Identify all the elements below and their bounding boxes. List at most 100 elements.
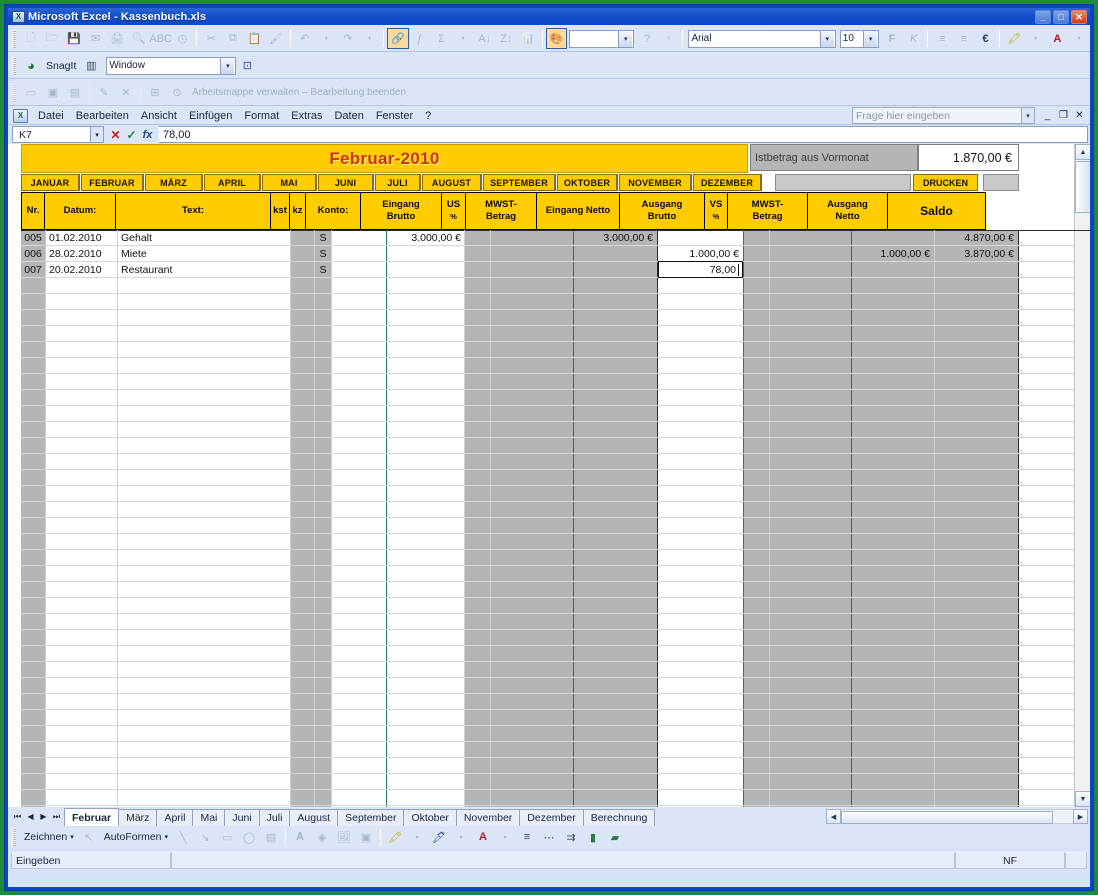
font-color-dropdown-icon[interactable]: ▾ <box>1068 28 1090 49</box>
fill-color-dropdown-icon[interactable]: ▾ <box>1025 28 1047 49</box>
open-icon[interactable]: 🗁 <box>42 28 64 49</box>
align-center-icon[interactable]: ≡ <box>953 28 975 49</box>
cell-eingang-netto[interactable]: 3.000,00 € <box>574 230 656 245</box>
undo-dropdown-icon[interactable]: ▾ <box>315 28 337 49</box>
doc-minimize-button[interactable]: _ <box>1040 109 1055 123</box>
vertical-scroll-thumb[interactable] <box>1075 161 1090 213</box>
line-color-icon[interactable]: 🖊 <box>428 827 450 848</box>
print-preview-icon[interactable]: 🔍 <box>128 28 150 49</box>
chevron-down-icon[interactable]: ▾ <box>863 30 878 47</box>
horizontal-scrollbar[interactable]: ◀ ▶ <box>826 809 1088 824</box>
oval-icon[interactable]: ◯ <box>238 827 260 848</box>
snagit-profile-combo[interactable]: Window ▾ <box>106 56 237 75</box>
3d-style-icon[interactable]: ▰ <box>604 827 626 848</box>
dash-style-icon[interactable]: ⋯ <box>538 827 560 848</box>
paste-icon[interactable]: 📋 <box>244 28 266 49</box>
fill-color-dropdown-icon[interactable]: ▾ <box>406 827 428 848</box>
doc-close-button[interactable]: ✕ <box>1072 109 1087 123</box>
bold-icon[interactable]: F <box>881 28 903 49</box>
sort-asc-icon[interactable]: A↓ <box>474 28 496 49</box>
wordart-icon[interactable]: 𝐀 <box>289 827 311 848</box>
sheet-tab-oktober[interactable]: Oktober <box>403 809 457 826</box>
cell-ausgang-netto[interactable]: 1.000,00 € <box>852 246 933 261</box>
sheet-tab-september[interactable]: September <box>337 809 405 826</box>
month-button-august[interactable]: AUGUST <box>422 174 482 191</box>
cell-datum[interactable]: 20.02.2010 <box>46 262 116 277</box>
research-icon[interactable]: ◷ <box>172 28 194 49</box>
menu-item-daten[interactable]: Daten <box>328 108 369 124</box>
sheet-tab-berechnung[interactable]: Berechnung <box>582 809 656 826</box>
extra-icon-3[interactable]: ▤ <box>64 82 86 103</box>
chevron-down-icon[interactable]: ▾ <box>618 30 633 47</box>
select-objects-icon[interactable]: ↖ <box>78 827 100 848</box>
copy-icon[interactable]: ⧉ <box>222 28 244 49</box>
accept-entry-button[interactable]: ✓ <box>125 128 138 142</box>
redo-dropdown-icon[interactable]: ▾ <box>359 28 381 49</box>
sheet-tab-juni[interactable]: Juni <box>224 809 260 826</box>
arrow-style-icon[interactable]: ⇉ <box>560 827 582 848</box>
scroll-down-icon[interactable]: ▼ <box>1075 791 1090 807</box>
status-resize-grip[interactable] <box>1065 852 1087 869</box>
prev-sheet-icon[interactable]: ◀ <box>25 812 36 821</box>
menu-item-help[interactable]: ? <box>419 108 437 124</box>
toolbar-grip[interactable] <box>12 29 16 48</box>
font-color-dropdown-icon[interactable]: ▾ <box>494 827 516 848</box>
last-sheet-icon[interactable]: ⏭ <box>51 812 62 822</box>
sheet-tab-maerz[interactable]: März <box>118 809 158 826</box>
month-button-oktober[interactable]: OKTOBER <box>557 174 618 191</box>
rectangle-icon[interactable]: ▭ <box>216 827 238 848</box>
extra-icon-2[interactable]: ▣ <box>42 82 64 103</box>
insert-function-button[interactable]: fx <box>141 129 154 141</box>
data-grid[interactable]: 005 01.02.2010 Gehalt S 3.000,00 € 3.000… <box>21 230 1090 807</box>
line-style-icon[interactable]: ≡ <box>516 827 538 848</box>
extra-icon-6[interactable]: ⊞ <box>144 82 166 103</box>
chart-wizard-icon[interactable]: 📊 <box>517 28 539 49</box>
cell-text[interactable]: Restaurant <box>118 262 288 277</box>
cell-saldo[interactable]: 4.870,00 € <box>935 230 1017 245</box>
snagit-label[interactable]: SnagIt <box>42 60 80 72</box>
font-name-combo[interactable]: Arial ▾ <box>688 29 836 48</box>
print-blank-field[interactable] <box>983 174 1019 191</box>
format-painter-icon[interactable]: 🖌 <box>265 28 287 49</box>
scroll-right-icon[interactable]: ▶ <box>1073 809 1088 824</box>
first-sheet-icon[interactable]: ⏮ <box>12 812 23 822</box>
line-color-dropdown-icon[interactable]: ▾ <box>450 827 472 848</box>
snagit-logo-icon[interactable]: ◕ <box>20 55 42 76</box>
horizontal-scroll-thumb[interactable] <box>841 811 1053 824</box>
sheet-tab-august[interactable]: August <box>289 809 339 826</box>
cell-kz[interactable]: S <box>315 262 331 277</box>
cell-kz[interactable]: S <box>315 246 331 261</box>
month-button-juni[interactable]: JUNI <box>318 174 374 191</box>
menu-item-format[interactable]: Format <box>238 108 285 124</box>
snagit-capture-icon[interactable]: ⊡ <box>236 55 258 76</box>
font-color-icon[interactable]: A <box>472 827 494 848</box>
scroll-left-icon[interactable]: ◀ <box>826 809 841 824</box>
vertical-scrollbar[interactable]: ▲ ▼ <box>1074 144 1090 807</box>
menu-item-bearbeiten[interactable]: Bearbeiten <box>70 108 135 124</box>
month-button-november[interactable]: NOVEMBER <box>619 174 692 191</box>
sheet-tab-november[interactable]: November <box>455 809 521 826</box>
next-sheet-icon[interactable]: ▶ <box>38 812 49 821</box>
cell-kz[interactable]: S <box>315 230 331 245</box>
toolbar-grip[interactable] <box>12 56 16 75</box>
textbox-icon[interactable]: ▤ <box>260 827 282 848</box>
month-button-april[interactable]: APRIL <box>204 174 261 191</box>
extra-icon-5[interactable]: ✕ <box>115 82 137 103</box>
italic-icon[interactable]: K <box>903 28 925 49</box>
cell-nr[interactable]: 005 <box>21 230 45 245</box>
diagram-icon[interactable]: ◈ <box>311 827 333 848</box>
chevron-down-icon[interactable]: ▾ <box>90 127 103 142</box>
month-button-maerz[interactable]: MÄRZ <box>145 174 203 191</box>
active-cell-k7[interactable]: 78,00 <box>658 261 743 278</box>
chevron-down-icon[interactable]: ▾ <box>220 57 235 74</box>
cut-icon[interactable]: ✂ <box>200 28 222 49</box>
print-button[interactable]: DRUCKEN <box>913 174 978 191</box>
help-icon[interactable]: ? <box>636 28 658 49</box>
shadow-style-icon[interactable]: ▮ <box>582 827 604 848</box>
cell-ausgang-brutto[interactable]: 1.000,00 € <box>658 246 742 261</box>
undo-icon[interactable]: ↶ <box>294 28 316 49</box>
menu-item-extras[interactable]: Extras <box>285 108 328 124</box>
arrow-icon[interactable]: ↘ <box>194 827 216 848</box>
autoshapes-menu-button[interactable]: AutoFormen ▾ <box>100 831 172 843</box>
cell-datum[interactable]: 01.02.2010 <box>46 230 116 245</box>
